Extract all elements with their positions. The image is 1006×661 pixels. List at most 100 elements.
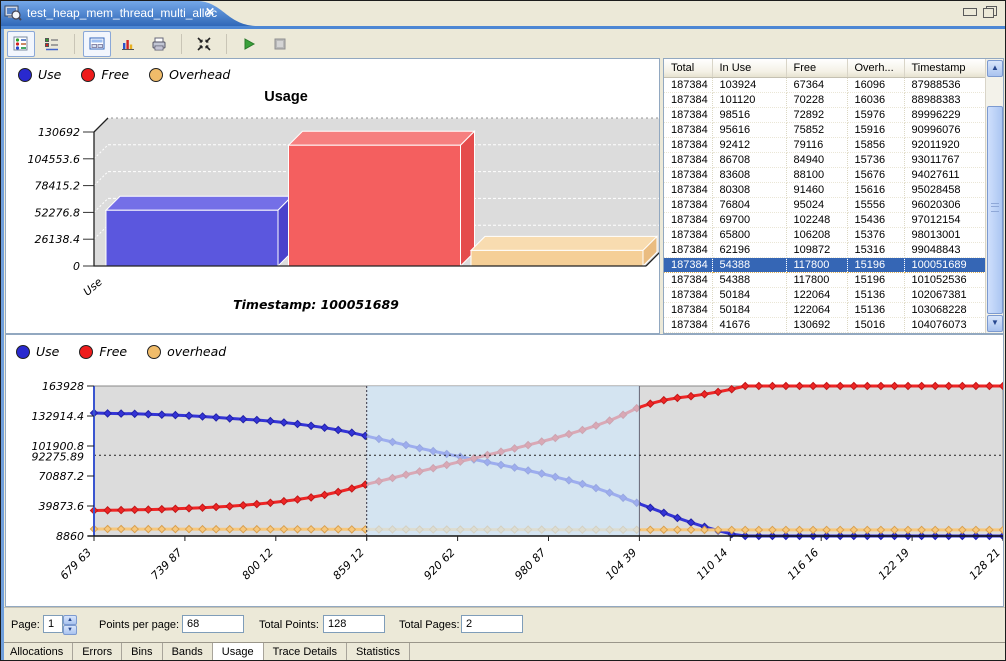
minimize-icon[interactable] (963, 8, 977, 16)
table-cell: 103068228 (904, 303, 986, 318)
tab-close-icon[interactable]: ✕ (205, 5, 215, 19)
table-cell: 187384 (664, 213, 712, 228)
table-cell: 15736 (847, 153, 904, 168)
restore-icon[interactable] (983, 6, 997, 18)
table-row[interactable]: 187384697001022481543697012154 (664, 213, 986, 228)
svg-text:104 39: 104 39 (603, 546, 639, 582)
usage-bar-panel: UseFreeOverhead Usage 026138.452276.8784… (5, 58, 660, 334)
table-cell: 80308 (712, 183, 786, 198)
left-edge-strip (1, 29, 4, 660)
scrollbar-thumb[interactable] (987, 106, 1003, 314)
svg-text:800 12: 800 12 (240, 546, 276, 582)
total-points-field[interactable] (323, 615, 385, 633)
spin-down-icon[interactable]: ▼ (63, 625, 77, 635)
table-cell: 97012154 (904, 213, 986, 228)
table-cell: 95028458 (904, 183, 986, 198)
table-cell: 76804 (712, 198, 786, 213)
table-cell: 65800 (712, 228, 786, 243)
table-cell: 15376 (847, 228, 904, 243)
table-cell: 15196 (847, 258, 904, 273)
bottom-tab-usage[interactable]: Usage (213, 643, 264, 661)
table-cell: 187384 (664, 228, 712, 243)
stop-icon[interactable] (266, 31, 294, 57)
table-row[interactable]: 1873845018412206415136102067381 (664, 288, 986, 303)
table-cell: 75852 (786, 123, 847, 138)
svg-text:8860: 8860 (56, 530, 84, 543)
table-cell: 104076073 (904, 318, 986, 333)
table-cell: 16096 (847, 78, 904, 93)
table-cell: 93011767 (904, 153, 986, 168)
bar-chart-icon[interactable] (114, 31, 142, 57)
usage-bar-chart: 026138.452276.878415.2104553.6130692Use (6, 59, 659, 333)
table-cell: 98013001 (904, 228, 986, 243)
table-row[interactable]: 187384658001062081537698013001 (664, 228, 986, 243)
bottom-tab-errors[interactable]: Errors (73, 643, 122, 661)
editor-tab[interactable]: test_heap_mem_thread_multi_alloc (27, 6, 217, 20)
table-cell: 187384 (664, 303, 712, 318)
usage-line-chart: 886039873.670887.2101900.8132914.4163928… (6, 335, 1003, 606)
bottom-tab-allocations[interactable]: Allocations (1, 643, 73, 661)
svg-text:110 14: 110 14 (694, 546, 730, 582)
grid-view-icon[interactable] (7, 31, 35, 57)
table-scrollbar[interactable]: ▲ ▼ (985, 59, 1003, 333)
table-cell: 187384 (664, 288, 712, 303)
table-cell: 130692 (786, 318, 847, 333)
table-cell: 54388 (712, 258, 786, 273)
table-cell: 15976 (847, 108, 904, 123)
table-row[interactable]: 18738498516728921597689996229 (664, 108, 986, 123)
toolbar-separator (181, 34, 182, 54)
table-cell: 86708 (712, 153, 786, 168)
table-row[interactable]: 1873845018412206415136103068228 (664, 303, 986, 318)
scrollbar-up-icon[interactable]: ▲ (987, 60, 1003, 77)
table-cell: 88100 (786, 168, 847, 183)
spin-up-icon[interactable]: ▲ (63, 615, 77, 625)
table-row[interactable]: 187384101120702281603688988383 (664, 93, 986, 108)
points-per-page-input[interactable] (182, 615, 244, 633)
table-cell: 69700 (712, 213, 786, 228)
column-header[interactable]: Overh... (847, 59, 904, 78)
table-cell: 187384 (664, 78, 712, 93)
table-row[interactable]: 1873845438811780015196101052536 (664, 273, 986, 288)
table-row[interactable]: 18738476804950241555696020306 (664, 198, 986, 213)
svg-text:26138.4: 26138.4 (35, 233, 81, 246)
bottom-tab-bands[interactable]: Bands (163, 643, 213, 661)
table-row[interactable]: 18738495616758521591690996076 (664, 123, 986, 138)
bottom-tab-statistics[interactable]: Statistics (347, 643, 410, 661)
form-view-icon[interactable] (83, 31, 111, 57)
column-header[interactable]: In Use (712, 59, 786, 78)
svg-text:0: 0 (73, 260, 80, 273)
table-cell: 15136 (847, 288, 904, 303)
toolbar (7, 29, 294, 58)
table-row[interactable]: 18738483608881001567694027611 (664, 168, 986, 183)
bottom-tab-bins[interactable]: Bins (122, 643, 162, 661)
usage-table: TotalIn UseFreeOverh...Timestamp 1873841… (664, 59, 986, 333)
table-cell: 95024 (786, 198, 847, 213)
table-cell: 15316 (847, 243, 904, 258)
print-icon[interactable] (145, 31, 173, 57)
table-cell: 95616 (712, 123, 786, 138)
table-row[interactable]: 18738480308914601561695028458 (664, 183, 986, 198)
bottom-tab-trace-details[interactable]: Trace Details (264, 643, 347, 661)
table-cell: 187384 (664, 198, 712, 213)
table-cell: 117800 (786, 273, 847, 288)
page-input[interactable] (43, 615, 63, 633)
table-row[interactable]: 1873844167613069215016104076073 (664, 318, 986, 333)
pager-bar: Page: ▲ ▼ Points per page: Total Points:… (1, 607, 1005, 643)
table-row[interactable]: 187384621961098721531699048843 (664, 243, 986, 258)
scrollbar-down-icon[interactable]: ▼ (987, 315, 1003, 332)
list-view-icon[interactable] (38, 31, 66, 57)
total-pages-field[interactable] (461, 615, 523, 633)
fit-window-icon[interactable] (190, 31, 218, 57)
table-row[interactable]: 18738486708849401573693011767 (664, 153, 986, 168)
column-header[interactable]: Timestamp (904, 59, 986, 78)
svg-text:122 19: 122 19 (876, 546, 912, 582)
table-row[interactable]: 18738492412791161585692011920 (664, 138, 986, 153)
run-icon[interactable] (235, 31, 263, 57)
svg-text:679 63: 679 63 (58, 546, 94, 582)
table-row[interactable]: 187384103924673641609687988536 (664, 78, 986, 93)
svg-text:Use: Use (81, 275, 105, 298)
column-header[interactable]: Free (786, 59, 847, 78)
svg-text:92275.89: 92275.89 (32, 450, 85, 463)
table-row[interactable]: 1873845438811780015196100051689 (664, 258, 986, 273)
column-header[interactable]: Total (664, 59, 712, 78)
